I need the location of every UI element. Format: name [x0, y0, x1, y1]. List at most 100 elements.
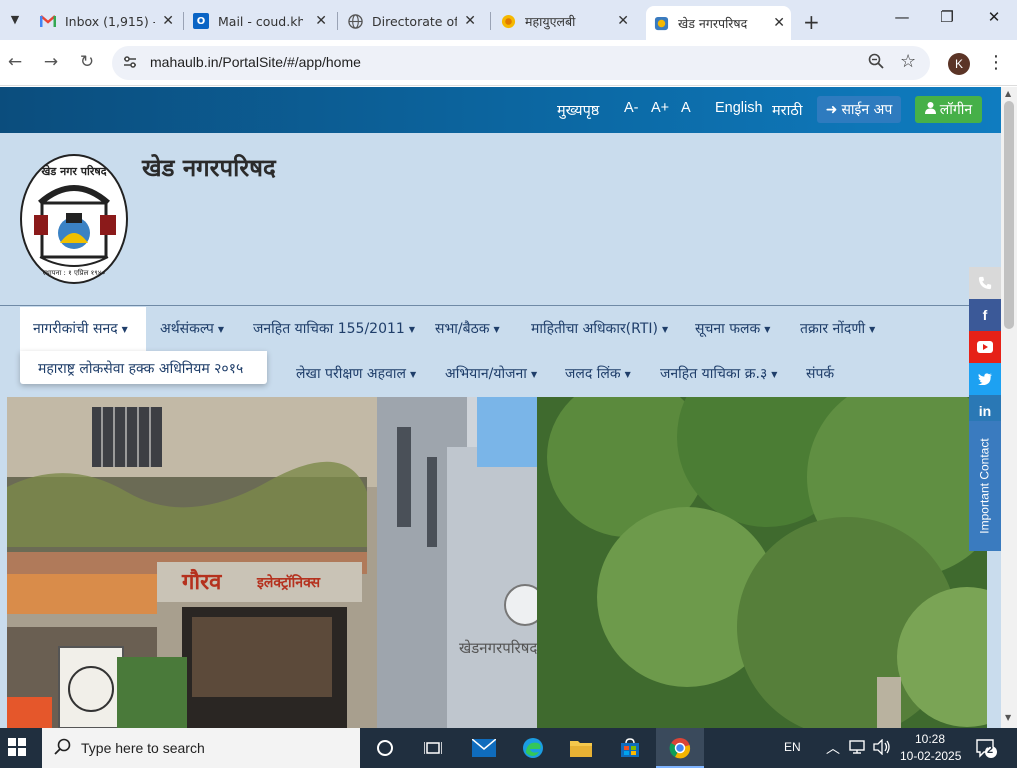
address-bar: ← → ↻ mahaulb.in/PortalSite/#/app/home ☆ — [0, 40, 1017, 86]
browser-tab-khed[interactable]: खेड नगरपरिषद ✕ — [646, 6, 791, 40]
caret-down-icon: ▼ — [661, 324, 669, 334]
notification-count-badge: 2 — [987, 744, 994, 756]
svg-text:गौरव: गौरव — [181, 568, 222, 595]
menu-campaigns-schemes[interactable]: अभियान/योजना ▼ — [445, 364, 537, 383]
close-window-icon[interactable]: ✕ — [984, 8, 1004, 26]
caret-down-icon: ▼ — [869, 324, 876, 334]
back-arrow-icon[interactable]: ← — [4, 52, 26, 72]
important-contact-tab[interactable]: Important Contact — [969, 421, 1001, 551]
phone-icon[interactable] — [969, 267, 1001, 299]
taskbar-search-box[interactable]: Type here to search — [42, 728, 360, 768]
url-text[interactable]: mahaulb.in/PortalSite/#/app/home — [150, 54, 361, 70]
caret-down-icon: ▼ — [771, 369, 778, 379]
volume-icon[interactable] — [873, 738, 891, 758]
clock-time[interactable]: 10:28 — [915, 732, 945, 746]
font-increase-link[interactable]: A+ — [651, 100, 669, 116]
khed-municipal-emblem-logo[interactable]: स्थापना : १ एप्रिल १९४० खेड नगर परिषद — [20, 153, 128, 285]
caret-down-icon: ▼ — [764, 324, 771, 334]
task-view-icon[interactable] — [421, 736, 445, 760]
svg-text:स्थापना : १ एप्रिल १९४०: स्थापना : १ एप्रिल १९४० — [43, 268, 106, 277]
input-language-indicator[interactable]: EN — [784, 740, 801, 754]
browser-tab-directorate[interactable]: Directorate of M ✕ — [347, 6, 482, 36]
page-viewport: मुख्यपृष्ठ A- A+ A English मराठी ➜ साईन … — [0, 87, 1001, 728]
browser-tab-strip: ▼ Inbox (1,915) - ✕ O Mail - coud.khe ✕ … — [0, 0, 1017, 40]
home-link[interactable]: मुख्यपृष्ठ — [557, 100, 599, 120]
hero-banner-photo: गौरव इलेक्ट्रॉनिक्स खेडनगरपरिषद — [7, 397, 987, 728]
cortana-icon[interactable] — [373, 736, 397, 760]
minimize-icon[interactable]: — — [892, 8, 912, 26]
scroll-up-arrow-icon[interactable]: ▲ — [1005, 89, 1011, 98]
menu-quick-links[interactable]: जलद लिंक ▼ — [565, 364, 631, 383]
close-tab-icon[interactable]: ✕ — [773, 15, 785, 31]
menu-contact[interactable]: संपर्क — [806, 364, 834, 383]
english-language-link[interactable]: English — [715, 100, 763, 116]
sign-in-arrow-icon: ➜ — [825, 101, 838, 118]
clock-date[interactable]: 10-02-2025 — [900, 749, 961, 763]
mail-app-icon[interactable] — [472, 736, 496, 760]
file-explorer-icon[interactable] — [569, 736, 593, 760]
url-omnibox[interactable]: mahaulb.in/PortalSite/#/app/home ☆ — [112, 46, 930, 80]
browser-tab-mahaulb[interactable]: महायुएलबी ✕ — [500, 6, 635, 36]
browser-tab-outlook[interactable]: O Mail - coud.khe ✕ — [193, 6, 333, 36]
network-icon[interactable] — [849, 739, 867, 758]
search-icon — [54, 738, 72, 760]
site-icon — [653, 15, 669, 31]
zoom-icon[interactable] — [868, 53, 884, 73]
site-settings-icon[interactable] — [122, 54, 138, 70]
windows-start-icon[interactable] — [8, 738, 26, 756]
menu-rti[interactable]: माहितीचा अधिकार(RTI) ▼ — [531, 319, 668, 338]
caret-down-icon: ▼ — [530, 369, 538, 379]
site-header: स्थापना : १ एप्रिल १९४० खेड नगर परिषद खे… — [0, 133, 1001, 306]
site-icon — [500, 13, 516, 29]
show-hidden-icons-chevron-icon[interactable]: ︿ — [826, 738, 840, 758]
microsoft-store-icon[interactable] — [618, 736, 642, 760]
browser-tab-gmail[interactable]: Inbox (1,915) - ✕ — [40, 6, 180, 36]
citizen-charter-dropdown: महाराष्ट्र लोकसेवा हक्क अधिनियम २०१५ — [20, 351, 267, 384]
menu-pil-155[interactable]: जनहित याचिका 155/2011 ▼ — [253, 319, 415, 338]
forward-arrow-icon[interactable]: → — [40, 52, 62, 72]
login-button[interactable]: लॉगीन — [915, 96, 982, 123]
chrome-browser-icon[interactable] — [668, 736, 692, 760]
caret-down-icon: ▼ — [624, 369, 631, 379]
menu-meetings[interactable]: सभा/बैठक ▼ — [435, 319, 500, 338]
dropdown-item-public-service-act[interactable]: महाराष्ट्र लोकसेवा हक्क अधिनियम २०१५ — [38, 361, 243, 377]
caret-down-icon: ▼ — [408, 324, 415, 334]
youtube-icon[interactable] — [969, 331, 1001, 363]
reload-icon[interactable]: ↻ — [76, 52, 98, 72]
font-reset-link[interactable]: A — [681, 100, 691, 116]
menu-notice-board[interactable]: सूचना फलक ▼ — [695, 319, 770, 338]
signup-button[interactable]: ➜ साईन अप — [817, 96, 901, 123]
tab-search-button[interactable]: ▼ — [4, 8, 26, 30]
caret-down-icon: ▼ — [493, 324, 500, 334]
menu-complaint-registration[interactable]: तक्रार नोंदणी ▼ — [800, 319, 875, 338]
facebook-icon[interactable]: f — [969, 299, 1001, 331]
svg-text:इलेक्ट्रॉनिक्स: इलेक्ट्रॉनिक्स — [256, 574, 321, 591]
close-tab-icon[interactable]: ✕ — [315, 13, 327, 29]
page-scrollbar[interactable]: ▲ ▼ — [1001, 87, 1017, 728]
caret-down-icon: ▼ — [217, 324, 224, 334]
profile-avatar[interactable]: K — [948, 53, 970, 75]
browser-menu-icon[interactable]: ⋮ — [987, 52, 1005, 73]
caret-down-icon: ▼ — [121, 324, 128, 334]
marathi-language-link[interactable]: मराठी — [772, 100, 803, 120]
user-icon — [924, 101, 936, 118]
bookmark-star-icon[interactable]: ☆ — [900, 51, 916, 72]
close-tab-icon[interactable]: ✕ — [162, 13, 174, 29]
scrollbar-thumb[interactable] — [1004, 101, 1014, 329]
windows-taskbar: Type here to search EN ︿ 10:28 10-02-202… — [0, 728, 1017, 768]
close-tab-icon[interactable]: ✕ — [464, 13, 476, 29]
menu-budget[interactable]: अर्थसंकल्प ▼ — [160, 319, 224, 338]
svg-text:खेड नगर परिषद: खेड नगर परिषद — [40, 164, 107, 178]
scroll-down-arrow-icon[interactable]: ▼ — [1005, 713, 1011, 722]
font-decrease-link[interactable]: A- — [624, 100, 639, 116]
new-tab-button[interactable]: + — [803, 10, 820, 34]
menu-audit-report[interactable]: लेखा परीक्षण अहवाल ▼ — [296, 364, 416, 383]
twitter-icon[interactable] — [969, 363, 1001, 395]
globe-icon — [347, 13, 363, 29]
menu-pil-3[interactable]: जनहित याचिका क्र.३ ▼ — [660, 364, 777, 383]
close-tab-icon[interactable]: ✕ — [617, 13, 629, 29]
edge-browser-icon[interactable] — [521, 736, 545, 760]
restore-icon[interactable]: ❐ — [937, 8, 957, 26]
menu-citizen-charter[interactable]: नागरीकांची सनद ▼ — [33, 319, 128, 338]
notification-center-icon[interactable] — [975, 737, 997, 762]
